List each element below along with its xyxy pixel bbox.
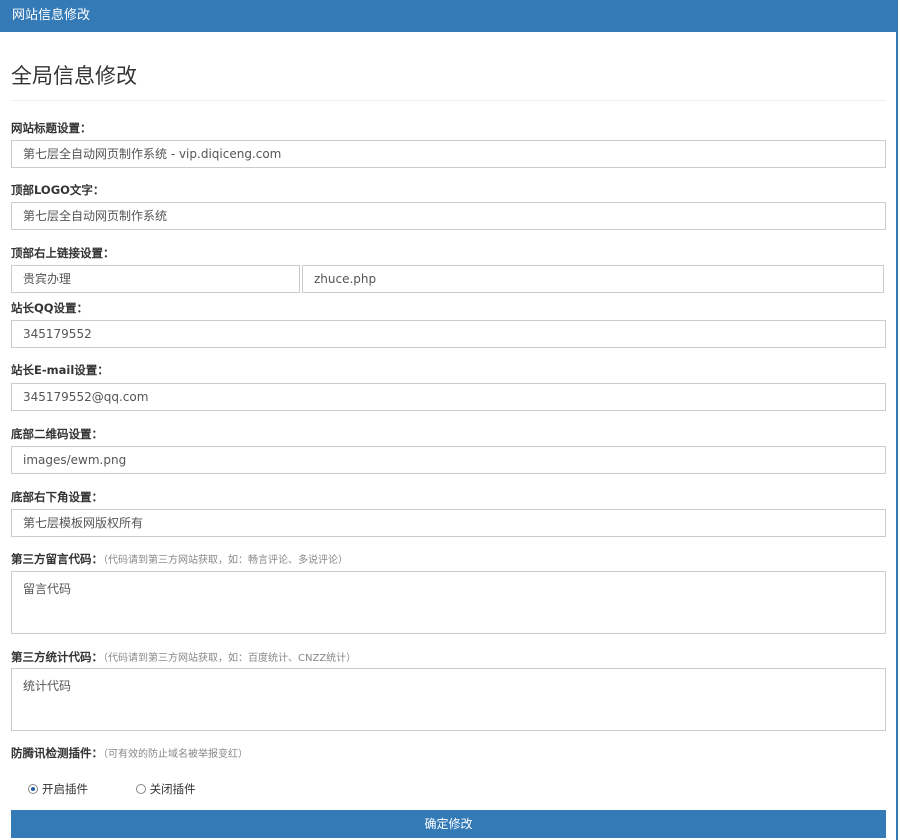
stats-code-hint: （代码请到第三方网站获取，如：百度统计、CNZZ统计）: [103, 653, 357, 664]
qrcode-input[interactable]: images/ewm.png: [11, 446, 886, 474]
radio-enable-label: 开启插件: [42, 782, 88, 796]
qq-label: 站长QQ设置：: [11, 301, 89, 315]
title-divider: [11, 100, 886, 101]
site-title-input[interactable]: 第七层全自动网页制作系统 - vip.diqiceng.com: [11, 140, 886, 168]
frame-border: [896, 0, 898, 840]
comment-code-hint: （代码请到第三方网站获取，如：畅言评论、多说评论）: [103, 555, 348, 566]
comment-code-textarea[interactable]: 留言代码: [11, 571, 886, 634]
email-input[interactable]: 345179552@qq.com: [11, 383, 886, 411]
footer-label: 底部右下角设置：: [11, 490, 103, 504]
stats-code-textarea[interactable]: 统计代码: [11, 668, 886, 731]
stats-code-label-text: 第三方统计代码：: [11, 650, 103, 664]
footer-input[interactable]: 第七层模板网版权所有: [11, 509, 886, 537]
radio-enable-icon[interactable]: [28, 783, 38, 794]
plugin-radio-group: 开启插件 关闭插件: [28, 781, 196, 797]
site-title-label: 网站标题设置：: [11, 121, 92, 135]
anti-tencent-hint: （可有效的防止域名被举报变红）: [103, 749, 248, 760]
comment-code-label-text: 第三方留言代码：: [11, 552, 103, 566]
logo-text-input[interactable]: 第七层全自动网页制作系统: [11, 202, 886, 230]
page-title: 全局信息修改: [11, 64, 137, 88]
radio-disable-label: 关闭插件: [149, 782, 196, 796]
header-title: 网站信息修改: [12, 8, 91, 23]
qq-input[interactable]: 345179552: [11, 320, 886, 348]
stats-code-label: 第三方统计代码：（代码请到第三方网站获取，如：百度统计、CNZZ统计）: [11, 649, 356, 665]
top-link-text-input[interactable]: 贵宾办理: [11, 265, 300, 293]
top-link-label: 顶部右上链接设置：: [11, 246, 115, 260]
radio-enable-plugin[interactable]: 开启插件: [28, 781, 88, 797]
header-bar: 网站信息修改: [0, 0, 898, 32]
top-link-url-input[interactable]: zhuce.php: [302, 265, 884, 293]
anti-tencent-label-text: 防腾讯检测插件：: [11, 746, 103, 760]
qrcode-label: 底部二维码设置：: [11, 427, 103, 441]
submit-button[interactable]: 确定修改: [11, 810, 886, 838]
email-label: 站长E-mail设置：: [11, 363, 109, 377]
comment-code-label: 第三方留言代码：（代码请到第三方网站获取，如：畅言评论、多说评论）: [11, 551, 348, 567]
logo-text-label: 顶部LOGO文字：: [11, 183, 105, 197]
radio-disable-icon[interactable]: [135, 783, 146, 794]
radio-disable-plugin[interactable]: 关闭插件: [135, 781, 196, 797]
anti-tencent-label: 防腾讯检测插件：（可有效的防止域名被举报变红）: [11, 745, 248, 761]
